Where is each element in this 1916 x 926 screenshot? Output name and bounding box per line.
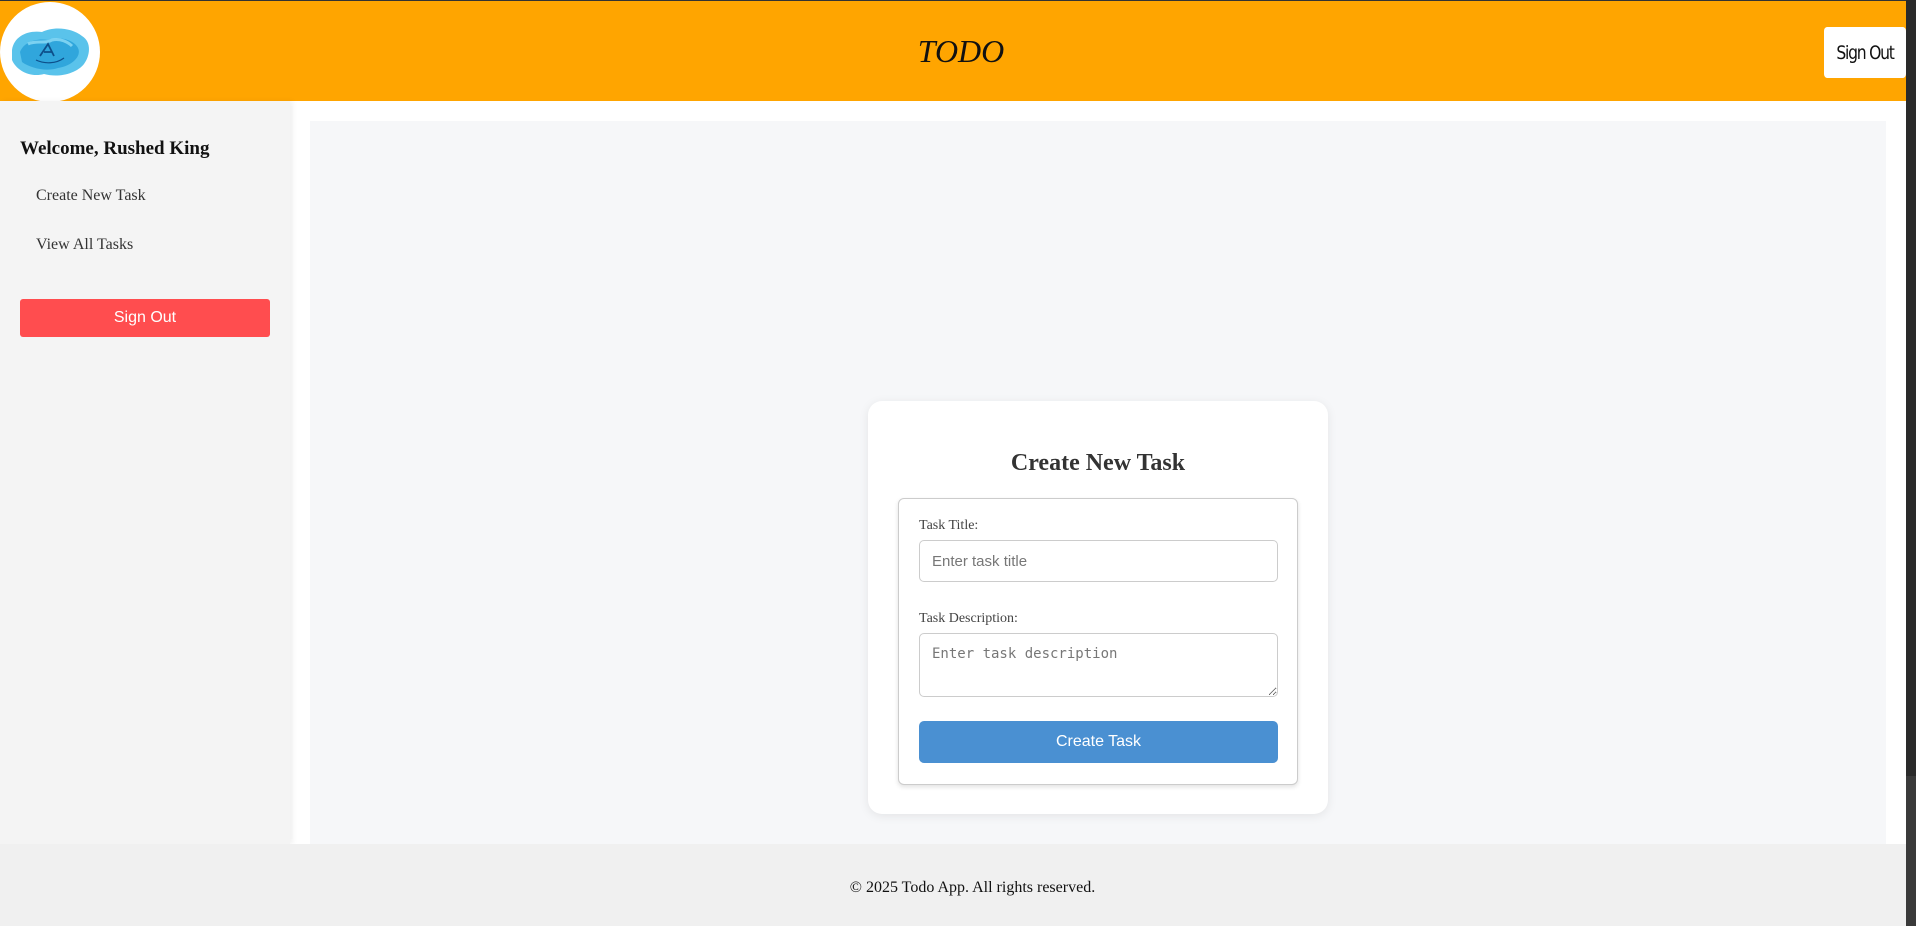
task-title-input[interactable] xyxy=(919,540,1278,582)
welcome-message: Welcome, Rushed King xyxy=(20,138,210,159)
header-sign-out-button[interactable]: Sign Out xyxy=(1824,27,1906,78)
footer: © 2025 Todo App. All rights reserved. xyxy=(0,844,1906,926)
scrollbar-thumb[interactable] xyxy=(1906,776,1916,926)
footer-copyright: © 2025 Todo App. All rights reserved. xyxy=(849,879,1096,896)
task-description-input[interactable] xyxy=(919,633,1278,697)
scrollbar-track[interactable] xyxy=(1906,0,1916,926)
task-description-label: Task Description: xyxy=(919,611,1018,626)
card-heading: Create New Task xyxy=(1010,450,1186,476)
sidebar-item-create-new-task[interactable]: Create New Task xyxy=(36,187,146,205)
task-title-label: Task Title: xyxy=(919,518,979,533)
sidebar-item-view-all-tasks[interactable]: View All Tasks xyxy=(36,236,133,254)
app-title: TODO xyxy=(917,33,1005,69)
create-task-button[interactable]: Create Task xyxy=(919,721,1278,763)
top-header: TODO Sign Out xyxy=(0,0,1906,102)
sidebar-sign-out-button[interactable]: Sign Out xyxy=(20,299,270,337)
create-task-form: Task Title: Task Description: Create Tas… xyxy=(898,498,1298,785)
create-task-card: Create New Task Task Title: Task Descrip… xyxy=(868,401,1328,814)
sidebar: Welcome, Rushed King Create New Task Vie… xyxy=(0,101,290,844)
